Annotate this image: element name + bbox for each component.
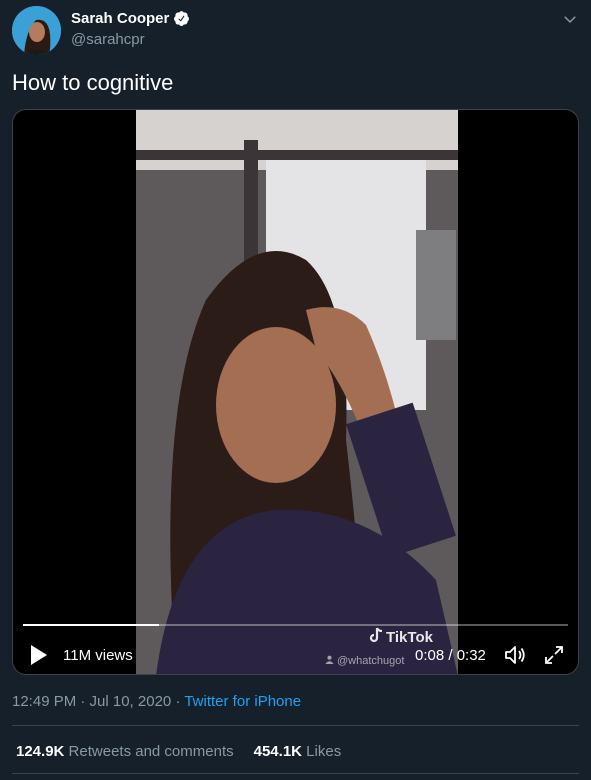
tweet-stats: 124.9K Retweets and comments 454.1K Like… — [16, 743, 341, 760]
divider — [12, 773, 579, 774]
meta-separator: · — [175, 693, 181, 710]
video-player[interactable]: 11M views TikTok @whatchugot 0:08 / 0:32 — [12, 109, 579, 675]
retweets-stat[interactable]: 124.9K Retweets and comments — [16, 743, 234, 760]
tweet-source[interactable]: Twitter for iPhone — [184, 693, 301, 710]
retweets-label: Retweets and comments — [68, 743, 234, 760]
likes-label: Likes — [306, 743, 342, 760]
tweet-meta: 12:49 PM · Jul 10, 2020 · Twitter for iP… — [12, 693, 301, 710]
tiktok-label: TikTok — [386, 628, 433, 646]
tweet-text: How to cognitive — [12, 70, 174, 95]
likes-stat[interactable]: 454.1K Likes — [254, 743, 342, 760]
verified-badge-icon — [173, 10, 190, 27]
divider — [12, 725, 579, 726]
author-handle[interactable]: @sarahcpr — [71, 31, 145, 48]
play-icon[interactable] — [29, 644, 49, 666]
tweet-header: Sarah Cooper @sarahcpr — [12, 6, 579, 55]
tweet-timestamp[interactable]: 12:49 PM · Jul 10, 2020 — [12, 693, 171, 710]
volume-icon[interactable] — [503, 643, 527, 667]
fullscreen-icon[interactable] — [543, 644, 565, 666]
tiktok-watermark: TikTok — [369, 627, 433, 647]
video-frame[interactable] — [136, 110, 458, 674]
video-progress-fill — [23, 624, 160, 626]
video-progress-bar[interactable] — [23, 624, 568, 626]
user-icon — [325, 655, 334, 667]
tiktok-username: @whatchugot — [325, 655, 404, 667]
view-count: 11M views — [63, 647, 133, 664]
video-time: 0:08 / 0:32 — [415, 647, 486, 664]
retweets-count: 124.9K — [16, 743, 65, 760]
tiktok-icon — [369, 627, 383, 647]
tiktok-username-text: @whatchugot — [337, 655, 405, 667]
chevron-down-icon[interactable] — [561, 10, 579, 28]
likes-count: 454.1K — [253, 743, 302, 760]
avatar[interactable] — [12, 6, 61, 55]
author-name[interactable]: Sarah Cooper — [71, 10, 169, 27]
